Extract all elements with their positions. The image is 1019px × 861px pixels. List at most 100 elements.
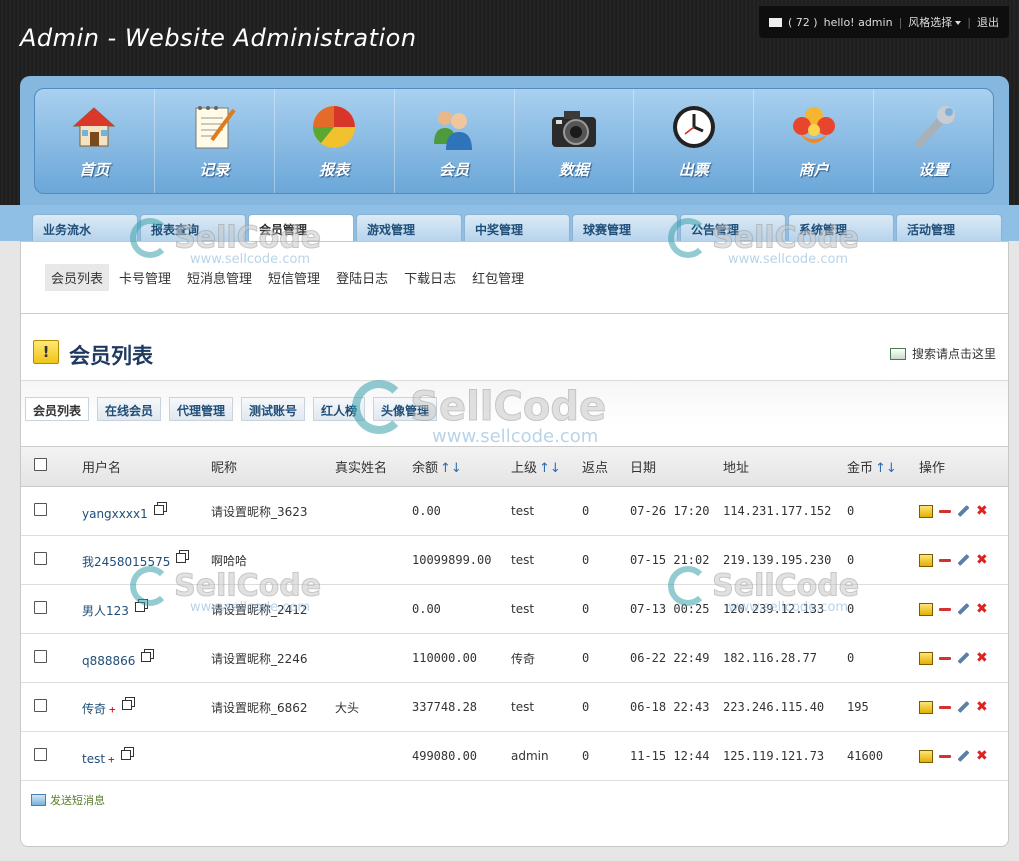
minus-icon[interactable] bbox=[939, 558, 951, 562]
nav-item-reports[interactable]: 报表 bbox=[275, 89, 395, 193]
edit-icon[interactable] bbox=[957, 700, 970, 714]
tab-business-flow[interactable]: 业务流水 bbox=[32, 214, 138, 241]
minus-icon[interactable] bbox=[939, 656, 951, 660]
delete-icon[interactable]: ✖ bbox=[976, 749, 988, 763]
row-checkbox[interactable] bbox=[34, 748, 47, 761]
nav-item-merchants[interactable]: 商户 bbox=[754, 89, 875, 193]
minus-icon[interactable] bbox=[939, 509, 951, 513]
folder-icon[interactable] bbox=[919, 700, 933, 714]
edit-icon[interactable] bbox=[957, 749, 970, 763]
tab-activity-management[interactable]: 活动管理 bbox=[896, 214, 1002, 241]
nickname-cell: 请设置昵称_3623 bbox=[211, 486, 335, 536]
nav-item-data[interactable]: 数据 bbox=[515, 89, 635, 193]
send-message-link[interactable]: 发送短消息 bbox=[31, 792, 105, 808]
tab-notice-management[interactable]: 公告管理 bbox=[680, 214, 786, 241]
subnav-login-log[interactable]: 登陆日志 bbox=[330, 264, 394, 291]
logout-link[interactable]: 退出 bbox=[977, 14, 999, 30]
edit-icon[interactable] bbox=[957, 651, 970, 665]
chevron-down-icon bbox=[955, 21, 962, 25]
row-checkbox[interactable] bbox=[34, 699, 47, 712]
copy-icon[interactable] bbox=[121, 697, 135, 710]
subnav-red-packet[interactable]: 红包管理 bbox=[466, 264, 530, 291]
expand-plus-icon[interactable]: + bbox=[109, 703, 116, 716]
date-cell: 07-26 17:20 bbox=[630, 486, 723, 536]
rebate-cell: 0 bbox=[582, 633, 630, 683]
row-actions: ✖ bbox=[919, 504, 1008, 518]
subnav-sms-management[interactable]: 短信管理 bbox=[262, 264, 326, 291]
row-checkbox[interactable] bbox=[34, 650, 47, 663]
table-row: test +499080.00 admin 0 11-15 12:44 125.119.1… bbox=[21, 731, 1008, 781]
folder-icon[interactable] bbox=[919, 602, 933, 616]
page-title: 会员列表 bbox=[69, 344, 153, 368]
username-link[interactable]: 我2458015575 bbox=[82, 555, 170, 569]
row-actions: ✖ bbox=[919, 553, 1008, 567]
subtab-online-members[interactable]: 在线会员 bbox=[97, 397, 162, 421]
col-parent[interactable]: 上级 ↑↓ bbox=[511, 446, 582, 487]
nav-item-tickets[interactable]: 出票 bbox=[634, 89, 755, 193]
subtab-avatar-management[interactable]: 头像管理 bbox=[373, 397, 438, 421]
date-cell: 06-18 22:43 bbox=[630, 682, 723, 732]
row-checkbox[interactable] bbox=[34, 601, 47, 614]
search-link[interactable]: 搜索请点击这里 bbox=[889, 345, 996, 362]
nav-item-home[interactable]: 首页 bbox=[35, 89, 155, 193]
expand-plus-icon[interactable]: + bbox=[108, 753, 115, 766]
col-coins[interactable]: 金币 ↑↓ bbox=[847, 446, 919, 487]
delete-icon[interactable]: ✖ bbox=[976, 700, 988, 714]
rebate-cell: 0 bbox=[582, 731, 630, 781]
subtab-test-accounts[interactable]: 测试账号 bbox=[241, 397, 306, 421]
mail-count[interactable]: ( 72 ) bbox=[788, 16, 818, 29]
sort-icon[interactable]: ↑↓ bbox=[539, 461, 561, 476]
delete-icon[interactable]: ✖ bbox=[976, 602, 988, 616]
minus-icon[interactable] bbox=[939, 754, 951, 758]
subnav-message-management[interactable]: 短消息管理 bbox=[181, 264, 258, 291]
tab-game-management[interactable]: 游戏管理 bbox=[356, 214, 462, 241]
subtab-member-list[interactable]: 会员列表 bbox=[25, 397, 90, 421]
date-cell: 07-13 00:25 bbox=[630, 584, 723, 634]
tab-match-management[interactable]: 球赛管理 bbox=[572, 214, 678, 241]
delete-icon[interactable]: ✖ bbox=[976, 651, 988, 665]
tab-report-query[interactable]: 报表查询 bbox=[140, 214, 246, 241]
row-checkbox[interactable] bbox=[34, 503, 47, 516]
minus-icon[interactable] bbox=[939, 705, 951, 709]
copy-icon[interactable] bbox=[176, 550, 190, 563]
delete-icon[interactable]: ✖ bbox=[976, 553, 988, 567]
username-link[interactable]: yangxxxx1 bbox=[82, 507, 148, 521]
folder-icon[interactable] bbox=[919, 749, 933, 763]
subnav-card-management[interactable]: 卡号管理 bbox=[113, 264, 177, 291]
tab-system-management[interactable]: 系统管理 bbox=[788, 214, 894, 241]
copy-icon[interactable] bbox=[120, 746, 134, 760]
tab-member-management[interactable]: 会员管理 bbox=[248, 214, 354, 242]
minus-icon[interactable] bbox=[939, 607, 951, 611]
edit-icon[interactable] bbox=[957, 553, 970, 567]
folder-icon[interactable] bbox=[919, 504, 933, 518]
username-link[interactable]: q888866 bbox=[82, 654, 135, 668]
copy-icon[interactable] bbox=[141, 648, 155, 662]
folder-icon[interactable] bbox=[919, 553, 933, 567]
edit-icon[interactable] bbox=[957, 602, 970, 616]
select-all-checkbox[interactable] bbox=[34, 458, 47, 471]
edit-icon[interactable] bbox=[957, 504, 970, 518]
sort-icon[interactable]: ↑↓ bbox=[875, 461, 897, 476]
copy-icon[interactable] bbox=[153, 501, 167, 515]
delete-icon[interactable]: ✖ bbox=[976, 504, 988, 518]
nav-item-records[interactable]: 记录 bbox=[155, 89, 275, 193]
site-title: Admin - Website Administration bbox=[20, 24, 417, 52]
nav-item-settings[interactable]: 设置 bbox=[874, 89, 993, 193]
nav-item-members[interactable]: 会员 bbox=[395, 89, 515, 193]
username-link[interactable]: 男人123 bbox=[82, 604, 129, 618]
mail-icon[interactable] bbox=[769, 17, 783, 27]
subtab-hot-list[interactable]: 红人榜 bbox=[313, 397, 366, 421]
subnav-member-list[interactable]: 会员列表 bbox=[45, 264, 110, 291]
sort-icon[interactable]: ↑↓ bbox=[440, 461, 462, 476]
subtab-agent-management[interactable]: 代理管理 bbox=[169, 397, 234, 421]
row-checkbox[interactable] bbox=[34, 552, 47, 565]
tab-prize-management[interactable]: 中奖管理 bbox=[464, 214, 570, 241]
folder-icon[interactable] bbox=[919, 651, 933, 665]
col-balance[interactable]: 余额 ↑↓ bbox=[412, 446, 511, 487]
style-select[interactable]: 风格选择 bbox=[908, 14, 962, 30]
username-link[interactable]: test bbox=[82, 752, 105, 766]
subtabs-bar: 会员列表 在线会员 代理管理 测试账号 红人榜 头像管理 bbox=[21, 380, 1008, 426]
copy-icon[interactable] bbox=[134, 599, 148, 612]
subnav-download-log[interactable]: 下载日志 bbox=[398, 264, 462, 291]
username-link[interactable]: 传奇 bbox=[82, 702, 106, 716]
